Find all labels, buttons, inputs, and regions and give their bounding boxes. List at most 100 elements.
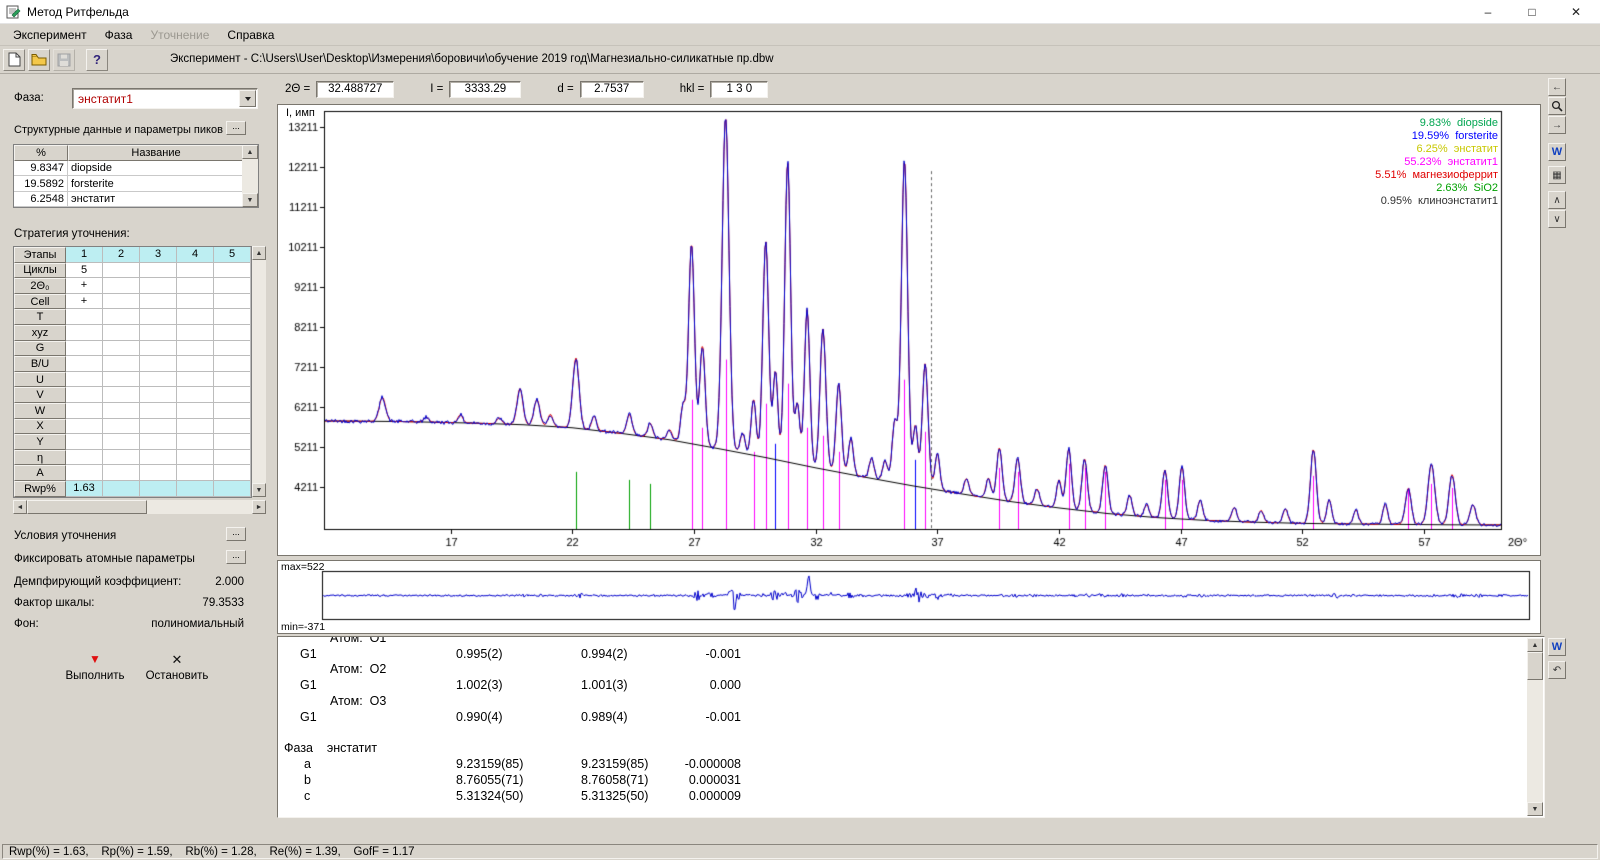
strategy-row-label-Cell[interactable]: Cell bbox=[14, 294, 66, 310]
strategy-cell[interactable] bbox=[214, 309, 251, 325]
strategy-cell[interactable] bbox=[140, 356, 177, 372]
strategy-cell[interactable] bbox=[66, 434, 103, 450]
strategy-cell[interactable] bbox=[177, 309, 214, 325]
minimize-button[interactable]: – bbox=[1466, 0, 1510, 24]
strategy-row-label-2Θ₀[interactable]: 2Θ₀ bbox=[14, 278, 66, 294]
strategy-cell[interactable] bbox=[214, 263, 251, 279]
phase-table-header-name[interactable]: Название bbox=[68, 145, 244, 161]
strategy-cell[interactable] bbox=[140, 434, 177, 450]
phase-row-энстатит[interactable]: 6.2548энстатит bbox=[14, 192, 258, 207]
menu-help[interactable]: Справка bbox=[218, 26, 283, 44]
chevron-down-icon[interactable]: ∨ bbox=[1548, 210, 1566, 228]
strategy-cell[interactable] bbox=[140, 309, 177, 325]
menu-phase[interactable]: Фаза bbox=[96, 26, 142, 44]
fix-atoms-ellipsis-button[interactable]: ... bbox=[226, 550, 246, 564]
strategy-cell[interactable] bbox=[177, 263, 214, 279]
scrollbar-thumb[interactable] bbox=[27, 500, 147, 514]
strategy-cell[interactable] bbox=[177, 294, 214, 310]
strategy-cell[interactable] bbox=[140, 263, 177, 279]
stop-button[interactable]: ✕ Остановить bbox=[136, 652, 218, 682]
strategy-cell[interactable] bbox=[140, 387, 177, 403]
strategy-row-label-X[interactable]: X bbox=[14, 419, 66, 435]
strategy-row-label-xyz[interactable]: xyz bbox=[14, 325, 66, 341]
open-file-button[interactable] bbox=[28, 49, 50, 71]
strategy-cell[interactable] bbox=[140, 403, 177, 419]
strategy-cell[interactable] bbox=[214, 356, 251, 372]
strategy-cell[interactable] bbox=[177, 465, 214, 481]
undo-icon[interactable]: ↶ bbox=[1548, 661, 1566, 679]
strategy-cell[interactable]: + bbox=[66, 294, 103, 310]
intensity-field[interactable]: 3333.29 bbox=[449, 81, 521, 98]
scrollbar-thumb[interactable] bbox=[1527, 652, 1543, 680]
strategy-cell[interactable] bbox=[214, 387, 251, 403]
strategy-cell[interactable] bbox=[66, 309, 103, 325]
strategy-row-label-Rwp%[interactable]: Rwp% bbox=[14, 481, 66, 497]
strategy-row-label-T[interactable]: T bbox=[14, 309, 66, 325]
strategy-row-label-Y[interactable]: Y bbox=[14, 434, 66, 450]
scroll-down-icon[interactable]: ▼ bbox=[252, 483, 266, 497]
strategy-cell[interactable] bbox=[214, 450, 251, 466]
strategy-cell[interactable] bbox=[66, 387, 103, 403]
strategy-stage-header[interactable]: 4 bbox=[177, 247, 214, 263]
save-button[interactable] bbox=[53, 49, 75, 71]
strategy-stage-header[interactable]: 2 bbox=[103, 247, 140, 263]
strategy-cell[interactable] bbox=[140, 450, 177, 466]
strategy-cell[interactable] bbox=[103, 309, 140, 325]
strategy-stage-header[interactable]: 5 bbox=[214, 247, 251, 263]
strategy-cell[interactable] bbox=[103, 434, 140, 450]
strategy-cell[interactable] bbox=[66, 356, 103, 372]
strategy-cell[interactable] bbox=[177, 450, 214, 466]
strategy-cell[interactable] bbox=[140, 278, 177, 294]
strategy-cell[interactable] bbox=[177, 356, 214, 372]
strategy-cell[interactable] bbox=[214, 465, 251, 481]
strategy-cell[interactable] bbox=[177, 341, 214, 357]
scroll-up-icon[interactable]: ▲ bbox=[1527, 638, 1543, 652]
strategy-cell[interactable] bbox=[140, 372, 177, 388]
strategy-cell[interactable] bbox=[177, 278, 214, 294]
d-spacing-field[interactable]: 2.7537 bbox=[580, 81, 644, 98]
strategy-horizontal-scrollbar[interactable]: ◄ ► bbox=[13, 500, 266, 514]
strategy-cell[interactable] bbox=[103, 419, 140, 435]
strategy-cell[interactable] bbox=[103, 325, 140, 341]
close-button[interactable]: ✕ bbox=[1554, 0, 1598, 24]
phase-row-diopside[interactable]: 9.8347diopside bbox=[14, 161, 258, 176]
strategy-cell[interactable] bbox=[66, 419, 103, 435]
conditions-ellipsis-button[interactable]: ... bbox=[226, 527, 246, 541]
scroll-up-icon[interactable]: ▲ bbox=[242, 145, 258, 159]
struct-data-ellipsis-button[interactable]: ... bbox=[226, 121, 246, 135]
strategy-cell[interactable] bbox=[66, 372, 103, 388]
strategy-cell[interactable] bbox=[177, 387, 214, 403]
strategy-cell[interactable] bbox=[214, 325, 251, 341]
strategy-cell[interactable] bbox=[177, 325, 214, 341]
scroll-right-icon[interactable]: ► bbox=[252, 500, 266, 514]
strategy-cell[interactable] bbox=[214, 341, 251, 357]
word-export-icon[interactable]: W bbox=[1548, 143, 1566, 161]
strategy-cell[interactable] bbox=[140, 481, 177, 497]
strategy-cell[interactable] bbox=[177, 419, 214, 435]
strategy-cell[interactable] bbox=[214, 278, 251, 294]
hkl-field[interactable]: 1 3 0 bbox=[710, 81, 768, 98]
strategy-stage-header[interactable]: 1 bbox=[66, 247, 103, 263]
scroll-right-icon[interactable]: → bbox=[1548, 116, 1566, 134]
word-export-icon[interactable]: W bbox=[1548, 638, 1566, 656]
strategy-cell[interactable] bbox=[140, 419, 177, 435]
strategy-cell[interactable] bbox=[103, 481, 140, 497]
strategy-cell[interactable] bbox=[103, 356, 140, 372]
strategy-cell[interactable] bbox=[66, 325, 103, 341]
xrd-chart-canvas[interactable] bbox=[278, 105, 1540, 555]
strategy-cell[interactable] bbox=[214, 294, 251, 310]
strategy-cell[interactable] bbox=[66, 465, 103, 481]
strategy-cell[interactable] bbox=[214, 481, 251, 497]
run-button[interactable]: ▼ Выполнить bbox=[54, 652, 136, 682]
strategy-cell[interactable] bbox=[103, 372, 140, 388]
strategy-cell[interactable] bbox=[177, 434, 214, 450]
scrollbar-track[interactable] bbox=[147, 500, 252, 514]
strategy-cell[interactable] bbox=[140, 325, 177, 341]
strategy-row-label-η[interactable]: η bbox=[14, 450, 66, 466]
strategy-row-label-Циклы[interactable]: Циклы bbox=[14, 263, 66, 279]
maximize-button[interactable]: □ bbox=[1510, 0, 1554, 24]
strategy-cell[interactable] bbox=[103, 341, 140, 357]
scroll-down-icon[interactable]: ▼ bbox=[242, 193, 258, 207]
strategy-cell[interactable] bbox=[214, 419, 251, 435]
scroll-left-icon[interactable]: ◄ bbox=[13, 500, 27, 514]
